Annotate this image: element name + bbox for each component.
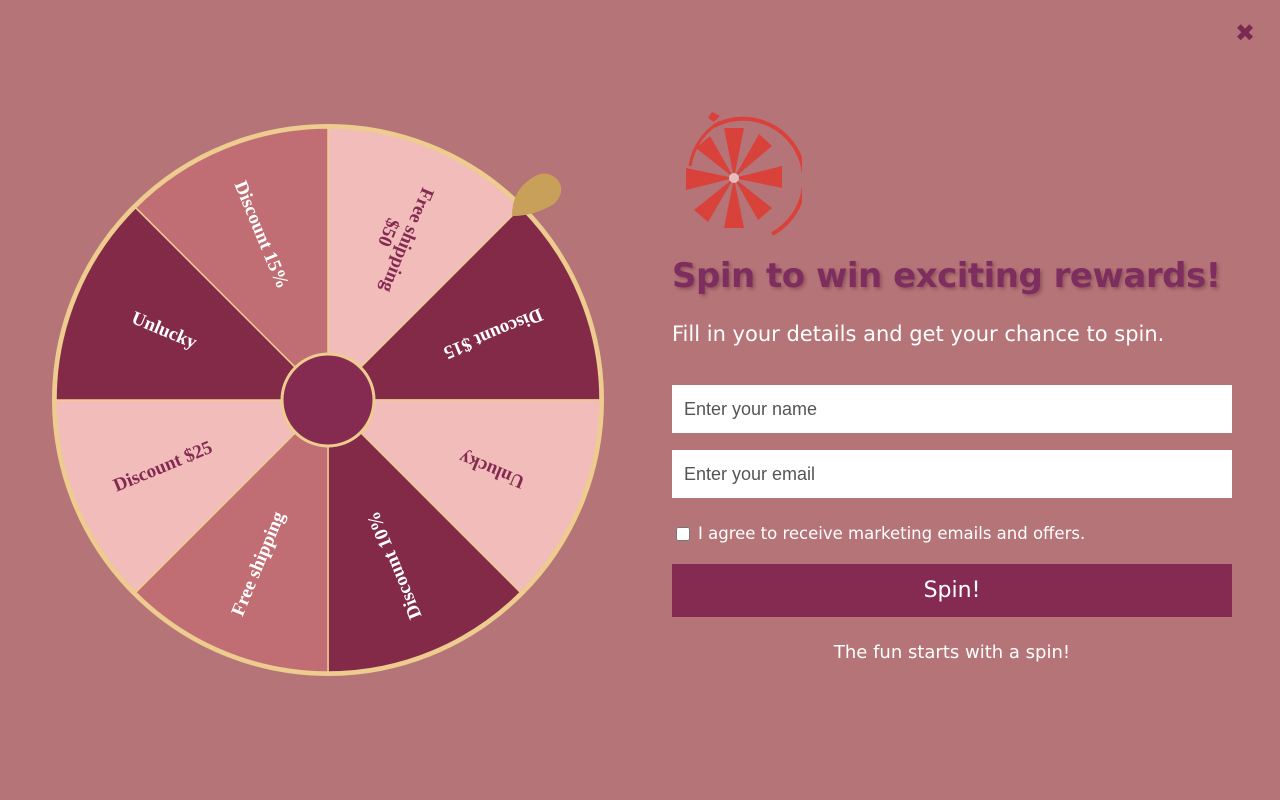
wheel-hub — [280, 352, 376, 448]
consent-checkbox[interactable] — [676, 526, 690, 541]
footer-text: The fun starts with a spin! — [833, 642, 1071, 663]
spin-button[interactable]: Spin! — [672, 564, 1232, 617]
close-button[interactable]: ✖ — [1232, 20, 1258, 46]
spinning-wheel-logo-icon — [686, 112, 802, 236]
consent-row: I agree to receive marketing emails and … — [676, 524, 1085, 543]
consent-label: I agree to receive marketing emails and … — [698, 524, 1086, 543]
pointer-icon — [512, 173, 562, 216]
prize-wheel[interactable]: Free shipping$50Discount $15UnluckyDisco… — [46, 118, 610, 682]
email-input[interactable] — [672, 450, 1232, 498]
subtitle: Fill in your details and get your chance… — [672, 322, 1165, 346]
page-title: Spin to win exciting rewards! — [672, 256, 1221, 296]
name-input[interactable] — [672, 385, 1232, 433]
close-icon: ✖ — [1234, 19, 1256, 47]
